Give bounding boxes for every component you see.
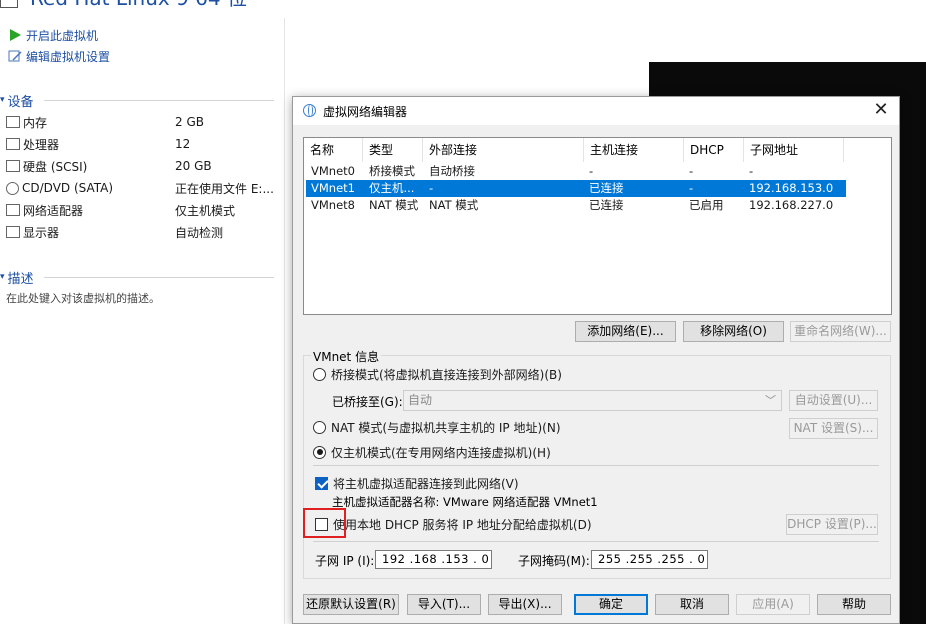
vmnet-info-group	[303, 355, 891, 579]
edit-settings-icon	[8, 50, 22, 62]
section-divider	[44, 277, 274, 278]
restore-defaults-button[interactable]: 还原默认设置(R)	[303, 594, 399, 615]
table-row-selected[interactable]: VMnet1 仅主机... - 已连接 - 192.168.153.0	[306, 180, 846, 197]
nat-mode-radio[interactable]: NAT 模式(与虚拟机共享主机的 IP 地址)(N)	[313, 417, 561, 437]
device-row-processor[interactable]: 处理器 12	[6, 135, 276, 153]
globe-icon	[303, 104, 316, 117]
radio-button[interactable]	[313, 420, 326, 434]
cd-dvd-icon	[6, 181, 19, 195]
host-adapter-name: 主机虚拟适配器名称: VMware 网络适配器 VMnet1	[332, 495, 598, 509]
device-row-network-adapter[interactable]: 网络适配器 仅主机模式	[6, 201, 276, 219]
vm-window-icon	[0, 0, 18, 8]
power-on-vm-link[interactable]: 开启此虚拟机	[8, 27, 98, 43]
divider	[313, 541, 879, 542]
edit-vm-settings-link[interactable]: 编辑虚拟机设置	[8, 48, 110, 64]
table-header: 名称 类型 外部连接 主机连接 DHCP 子网地址	[304, 138, 891, 162]
subnet-ip-input[interactable]: 192 .168 .153 . 0	[375, 550, 492, 569]
network-list-table[interactable]: 名称 类型 外部连接 主机连接 DHCP 子网地址 VMnet0 桥接模式 自动…	[303, 137, 892, 315]
subnet-mask-input[interactable]: 255 .255 .255 . 0	[591, 550, 708, 569]
bridged-to-label: 已桥接至(G):	[332, 395, 403, 409]
ok-button[interactable]: 确定	[574, 594, 648, 615]
column-header-host[interactable]: 主机连接	[584, 138, 684, 162]
bridge-mode-radio[interactable]: 桥接模式(将虚拟机直接连接到外部网络)(B)	[313, 364, 562, 384]
use-dhcp-checkbox[interactable]: 使用本地 DHCP 服务将 IP 地址分配给虚拟机(D)	[315, 515, 592, 533]
rename-network-button[interactable]: 重命名网络(W)...	[790, 321, 891, 342]
dhcp-settings-button[interactable]: DHCP 设置(P)...	[786, 514, 878, 535]
device-row-display[interactable]: 显示器 自动检测	[6, 223, 276, 241]
device-row-hard-disk[interactable]: 硬盘 (SCSI) 20 GB	[6, 157, 276, 175]
memory-icon	[6, 116, 20, 128]
virtual-network-editor-dialog: 虚拟网络编辑器 ✕ 名称 类型 外部连接 主机连接 DHCP 子网地址 VMne…	[292, 96, 900, 624]
device-row-cd-dvd[interactable]: CD/DVD (SATA) 正在使用文件 E:...	[6, 179, 276, 197]
auto-settings-button[interactable]: 自动设置(U)...	[789, 390, 878, 411]
hard-disk-icon	[6, 160, 20, 172]
close-icon[interactable]: ✕	[871, 101, 891, 121]
column-header-external[interactable]: 外部连接	[423, 138, 584, 162]
bridged-to-select[interactable]: 自动 ﹀	[403, 390, 782, 411]
display-icon	[6, 226, 20, 238]
collapse-arrow-icon: ▾	[0, 272, 5, 282]
connect-host-adapter-checkbox[interactable]: 将主机虚拟适配器连接到此网络(V)	[315, 474, 519, 492]
subnet-ip-label: 子网 IP (I):	[315, 554, 375, 568]
radio-button[interactable]	[313, 367, 326, 381]
dialog-title: 虚拟网络编辑器	[323, 105, 408, 119]
dialog-titlebar: 虚拟网络编辑器 ✕	[293, 97, 899, 125]
column-header-type[interactable]: 类型	[363, 138, 423, 162]
help-button[interactable]: 帮助	[817, 594, 891, 615]
checkbox-checked[interactable]	[315, 476, 328, 490]
apply-button[interactable]: 应用(A)	[736, 594, 810, 615]
divider	[313, 465, 879, 466]
export-button[interactable]: 导出(X)...	[488, 594, 562, 615]
description-hint[interactable]: 在此处键入对该虚拟机的描述。	[6, 290, 160, 306]
subnet-mask-label: 子网掩码(M):	[518, 554, 590, 568]
cpu-icon	[6, 138, 20, 150]
collapse-arrow-icon: ▾	[0, 95, 5, 105]
chevron-down-icon: ﹀	[765, 394, 776, 407]
vmnet-info-label: VMnet 信息	[311, 348, 382, 365]
import-button[interactable]: 导入(T)...	[407, 594, 481, 615]
network-adapter-icon	[6, 204, 20, 216]
column-header-dhcp[interactable]: DHCP	[684, 138, 744, 162]
column-header-name[interactable]: 名称	[304, 138, 363, 162]
highlight-annotation-box	[303, 508, 346, 538]
remove-network-button[interactable]: 移除网络(O)	[683, 321, 784, 342]
add-network-button[interactable]: 添加网络(E)...	[575, 321, 676, 342]
section-divider	[44, 100, 274, 101]
nat-settings-button[interactable]: NAT 设置(S)...	[789, 418, 878, 439]
column-header-subnet[interactable]: 子网地址	[744, 138, 844, 162]
devices-section-header[interactable]: ▾ 设备	[0, 91, 34, 110]
table-row[interactable]: VMnet0 桥接模式 自动桥接 - - -	[306, 163, 846, 180]
device-row-memory[interactable]: 内存 2 GB	[6, 113, 276, 131]
description-section-header[interactable]: ▾ 描述	[0, 268, 34, 287]
vm-title-bar: Red Hat Linux 9 64 位	[0, 0, 300, 10]
host-only-mode-radio[interactable]: 仅主机模式(在专用网络内连接虚拟机)(H)	[313, 442, 551, 462]
vm-title: Red Hat Linux 9 64 位	[30, 0, 247, 11]
cancel-button[interactable]: 取消	[655, 594, 729, 615]
play-icon	[10, 29, 21, 41]
pane-separator	[284, 18, 285, 624]
radio-button-selected[interactable]	[313, 445, 326, 459]
table-row[interactable]: VMnet8 NAT 模式 NAT 模式 已连接 已启用 192.168.227…	[306, 197, 846, 214]
